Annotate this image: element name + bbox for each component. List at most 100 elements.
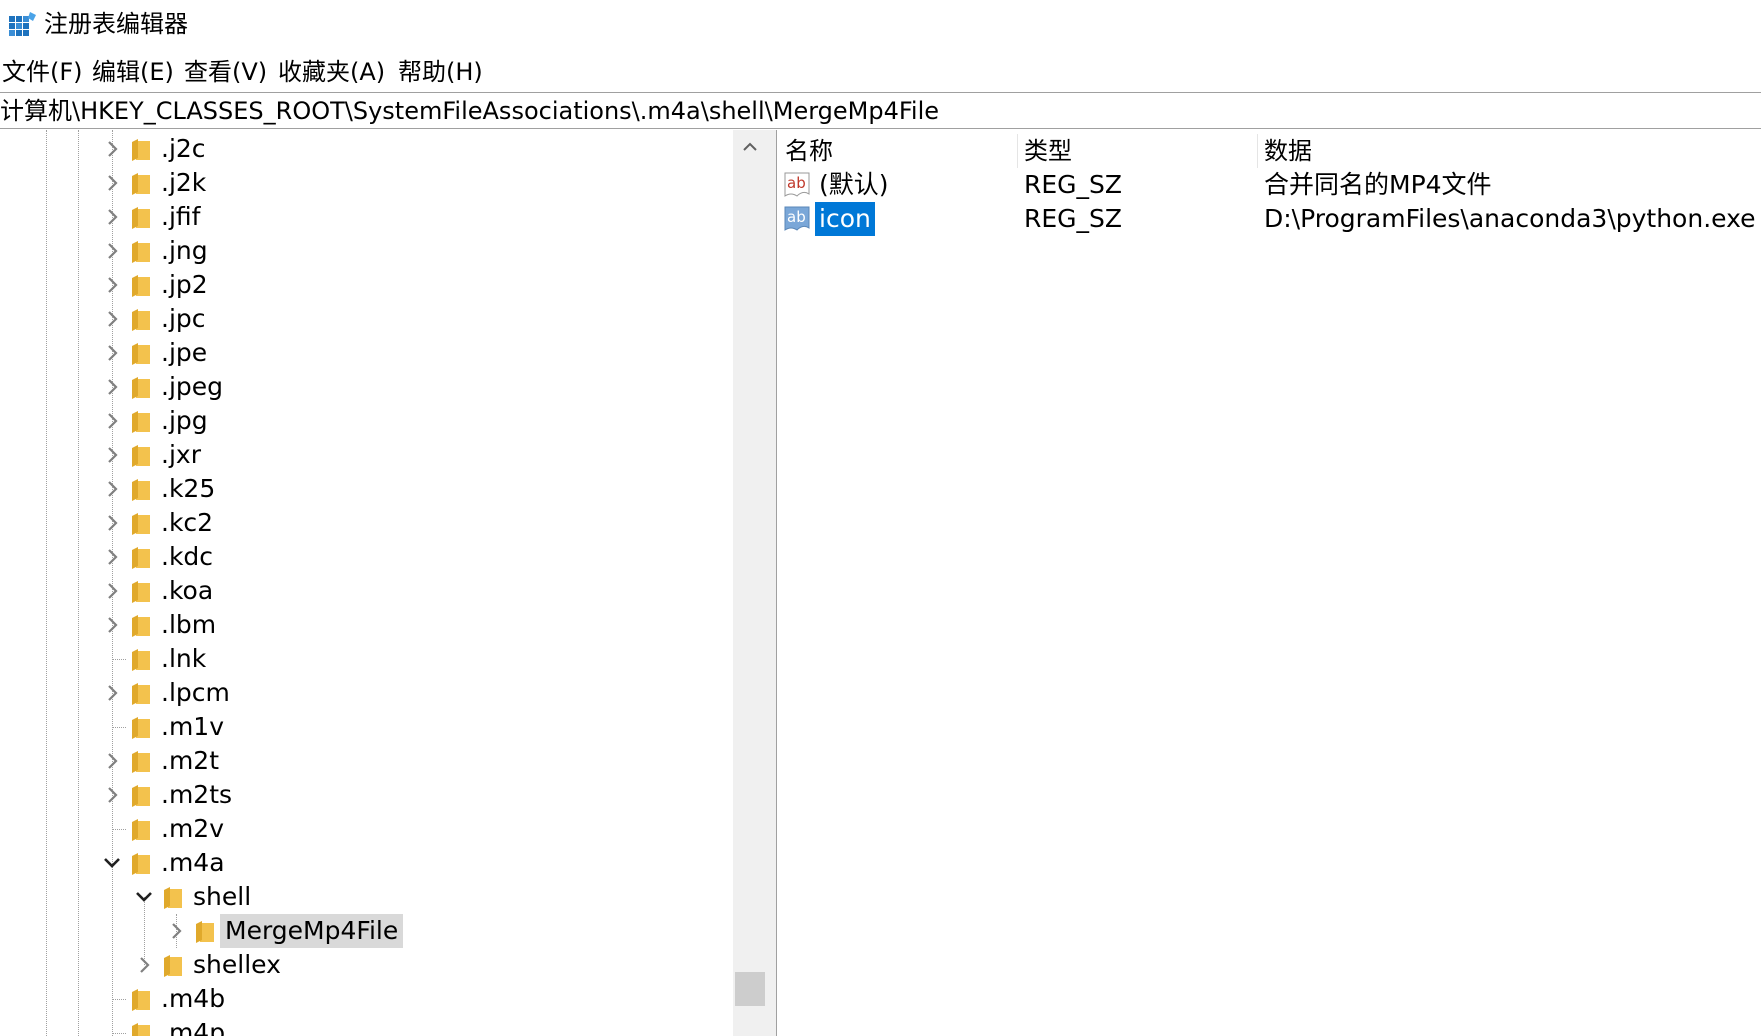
- tree-item-label: .m1v: [161, 712, 225, 741]
- folder-icon: [132, 649, 150, 671]
- menu-view[interactable]: 查看(V): [184, 56, 267, 88]
- column-divider[interactable]: [1017, 134, 1018, 168]
- column-header-name[interactable]: 名称: [785, 134, 833, 168]
- folder-icon: [196, 921, 214, 943]
- tree-guide-line: [112, 999, 126, 1000]
- title-bar: 注册表编辑器: [0, 0, 1761, 48]
- folder-icon: [132, 479, 150, 501]
- chevron-down-icon[interactable]: [134, 880, 154, 914]
- tree-item-label: .m2v: [161, 814, 225, 843]
- tree-item-label: .jpg: [161, 406, 208, 435]
- tree-item[interactable]: .k25: [0, 472, 733, 506]
- svg-text:ab: ab: [787, 208, 806, 226]
- values-list[interactable]: 名称 类型 数据 ab (默认) REG_SZ 合并同名的MP4文件 ab icon REG…: [777, 130, 1761, 1036]
- tree-item[interactable]: .kdc: [0, 540, 733, 574]
- tree-item-label: .lpcm: [161, 678, 230, 707]
- chevron-right-icon[interactable]: [102, 574, 122, 608]
- tree-item-label: .m2ts: [161, 780, 233, 809]
- tree-item-label: .lbm: [161, 610, 217, 639]
- tree-item[interactable]: .jfif: [0, 200, 733, 234]
- menu-edit[interactable]: 编辑(E): [92, 56, 174, 88]
- chevron-right-icon[interactable]: [102, 472, 122, 506]
- value-row[interactable]: ab (默认) REG_SZ 合并同名的MP4文件: [777, 168, 1761, 202]
- chevron-right-icon[interactable]: [102, 370, 122, 404]
- tree-item-label: .jp2: [161, 270, 208, 299]
- folder-icon: [132, 139, 150, 161]
- chevron-right-icon[interactable]: [166, 914, 186, 948]
- tree-item[interactable]: .m4b: [0, 982, 733, 1016]
- tree-item[interactable]: .jpeg: [0, 370, 733, 404]
- tree-item-label: .jng: [161, 236, 208, 265]
- chevron-down-icon[interactable]: [102, 846, 122, 880]
- chevron-right-icon[interactable]: [102, 778, 122, 812]
- column-header-data[interactable]: 数据: [1264, 134, 1312, 168]
- column-divider[interactable]: [1257, 134, 1258, 168]
- divider: [0, 92, 1761, 93]
- tree-item[interactable]: .j2k: [0, 166, 733, 200]
- chevron-right-icon[interactable]: [102, 744, 122, 778]
- menu-file[interactable]: 文件(F): [2, 56, 83, 88]
- chevron-right-icon[interactable]: [102, 676, 122, 710]
- tree-item[interactable]: .jpc: [0, 302, 733, 336]
- tree-item[interactable]: .jp2: [0, 268, 733, 302]
- tree-item[interactable]: .lnk: [0, 642, 733, 676]
- chevron-right-icon[interactable]: [102, 166, 122, 200]
- string-value-icon: ab: [784, 172, 810, 197]
- tree-item[interactable]: .lpcm: [0, 676, 733, 710]
- tree-item[interactable]: .lbm: [0, 608, 733, 642]
- tree-item[interactable]: .kc2: [0, 506, 733, 540]
- chevron-right-icon[interactable]: [102, 234, 122, 268]
- registry-tree[interactable]: .j2c .j2k .jfif .jng .jp2 .jpc .jpe .jpeg .jpg .j…: [0, 130, 733, 1036]
- folder-icon: [132, 275, 150, 297]
- menu-bar: 文件(F) 编辑(E) 查看(V) 收藏夹(A) 帮助(H): [0, 52, 1761, 92]
- tree-item-label: shellex: [193, 950, 281, 979]
- tree-item[interactable]: MergeMp4File: [0, 914, 733, 948]
- tree-item[interactable]: .m2t: [0, 744, 733, 778]
- chevron-right-icon[interactable]: [102, 200, 122, 234]
- value-row[interactable]: ab icon REG_SZ D:\ProgramFiles\anaconda3\py…: [777, 202, 1761, 236]
- chevron-right-icon[interactable]: [102, 608, 122, 642]
- chevron-right-icon[interactable]: [102, 404, 122, 438]
- scroll-up-arrow-icon[interactable]: [733, 130, 767, 164]
- pane-splitter[interactable]: [767, 130, 777, 1036]
- chevron-right-icon[interactable]: [102, 132, 122, 166]
- tree-item[interactable]: .m4a: [0, 846, 733, 880]
- tree-item[interactable]: .m1v: [0, 710, 733, 744]
- tree-item[interactable]: .m4p: [0, 1016, 733, 1036]
- tree-item[interactable]: .jpg: [0, 404, 733, 438]
- tree-item[interactable]: .jxr: [0, 438, 733, 472]
- value-type: REG_SZ: [1024, 170, 1123, 199]
- tree-item[interactable]: .koa: [0, 574, 733, 608]
- address-bar[interactable]: 计算机\HKEY_CLASSES_ROOT\SystemFileAssociat…: [0, 94, 1761, 128]
- chevron-right-icon[interactable]: [134, 948, 154, 982]
- tree-item-label: .jpe: [161, 338, 208, 367]
- tree-item[interactable]: .jng: [0, 234, 733, 268]
- folder-icon: [132, 581, 150, 603]
- folder-icon: [132, 377, 150, 399]
- chevron-right-icon[interactable]: [102, 438, 122, 472]
- scroll-thumb[interactable]: [735, 972, 765, 1006]
- chevron-right-icon[interactable]: [102, 506, 122, 540]
- chevron-right-icon[interactable]: [102, 336, 122, 370]
- folder-icon: [132, 513, 150, 535]
- tree-item[interactable]: shell: [0, 880, 733, 914]
- tree-item[interactable]: .m2v: [0, 812, 733, 846]
- column-header-type[interactable]: 类型: [1024, 134, 1072, 168]
- folder-icon: [132, 173, 150, 195]
- menu-favorites[interactable]: 收藏夹(A): [278, 56, 385, 88]
- regedit-icon: [9, 12, 36, 36]
- tree-item-label: .j2k: [161, 168, 207, 197]
- chevron-right-icon[interactable]: [102, 268, 122, 302]
- tree-item[interactable]: shellex: [0, 948, 733, 982]
- tree-item-label: .k25: [161, 474, 216, 503]
- chevron-right-icon[interactable]: [102, 302, 122, 336]
- tree-item[interactable]: .j2c: [0, 132, 733, 166]
- folder-icon: [132, 547, 150, 569]
- chevron-right-icon[interactable]: [102, 540, 122, 574]
- tree-item[interactable]: .m2ts: [0, 778, 733, 812]
- tree-scrollbar[interactable]: [733, 130, 767, 1036]
- tree-item-label: .jpc: [161, 304, 206, 333]
- menu-help[interactable]: 帮助(H): [398, 56, 483, 88]
- tree-item[interactable]: .jpe: [0, 336, 733, 370]
- folder-icon: [132, 819, 150, 841]
